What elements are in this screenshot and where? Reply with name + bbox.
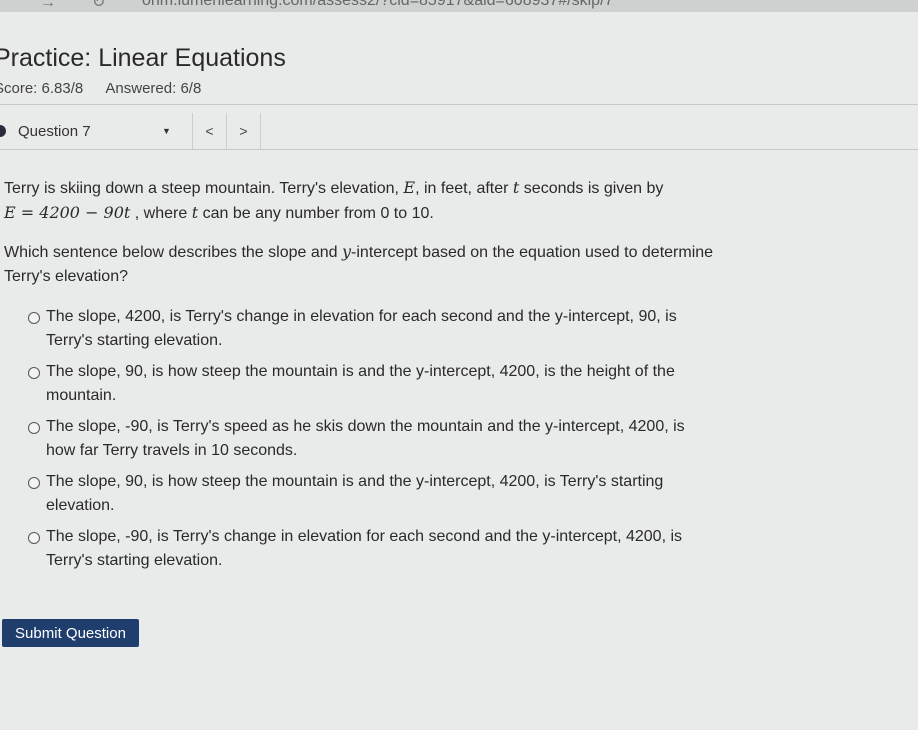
radio-button[interactable] [28,367,40,379]
question-text: Terry is skiing down a steep mountain. T… [4,176,724,289]
browser-bar: → ↻ ohm.lumenlearning.com/assess2/?cid=8… [0,0,918,12]
answer-options: The slope, 4200, is Terry's change in el… [28,305,718,580]
question-nav-buttons: < > [192,113,261,149]
option-text: The slope, 90, is how steep the mountain… [46,473,664,514]
divider [0,104,918,105]
answer-option[interactable]: The slope, 90, is how steep the mountain… [28,360,718,408]
option-text: The slope, 90, is how steep the mountain… [46,363,675,404]
submit-question-button[interactable]: Submit Question [2,619,139,647]
answer-option[interactable]: The slope, -90, is Terry's speed as he s… [28,415,718,463]
question-paragraph-1: Terry is skiing down a steep mountain. T… [4,178,664,222]
option-text: The slope, -90, is Terry's change in ele… [46,528,683,569]
score-summary: Score: 6.83/8 Answered: 6/8 [0,80,201,97]
caret-down-icon: ▼ [162,126,171,136]
option-text: The slope, -90, is Terry's speed as he s… [46,418,685,459]
page-title: Practice: Linear Equations [0,44,286,72]
answer-option[interactable]: The slope, 90, is how steep the mountain… [28,470,718,518]
radio-button[interactable] [28,422,40,434]
question-select-label: Question 7 [18,122,91,140]
answered-text: Answered: 6/8 [105,80,202,97]
back-arrow-icon[interactable]: → [40,0,56,12]
answer-option[interactable]: The slope, -90, is Terry's change in ele… [28,525,718,573]
address-bar[interactable]: ohm.lumenlearning.com/assess2/?cid=85917… [142,0,613,10]
radio-button[interactable] [28,477,40,489]
equation: E = 4200 − 90t [4,203,131,222]
previous-question-button[interactable]: < [193,113,226,149]
option-text: The slope, 4200, is Terry's change in el… [46,308,677,349]
radio-button[interactable] [28,532,40,544]
question-select[interactable]: Question 7 ▼ [0,113,186,149]
radio-button[interactable] [28,312,40,324]
question-paragraph-2: Which sentence below describes the slope… [4,242,714,285]
answer-option[interactable]: The slope, 4200, is Terry's change in el… [28,305,718,353]
status-dot-icon [0,125,6,137]
question-nav-bar: Question 7 ▼ < > [0,113,918,149]
score-text: Score: 6.83/8 [0,80,84,97]
divider [0,149,918,150]
next-question-button[interactable]: > [226,113,260,149]
reload-icon[interactable]: ↻ [92,0,105,12]
variable-y: y [341,242,352,261]
variable-e: E [403,178,416,197]
